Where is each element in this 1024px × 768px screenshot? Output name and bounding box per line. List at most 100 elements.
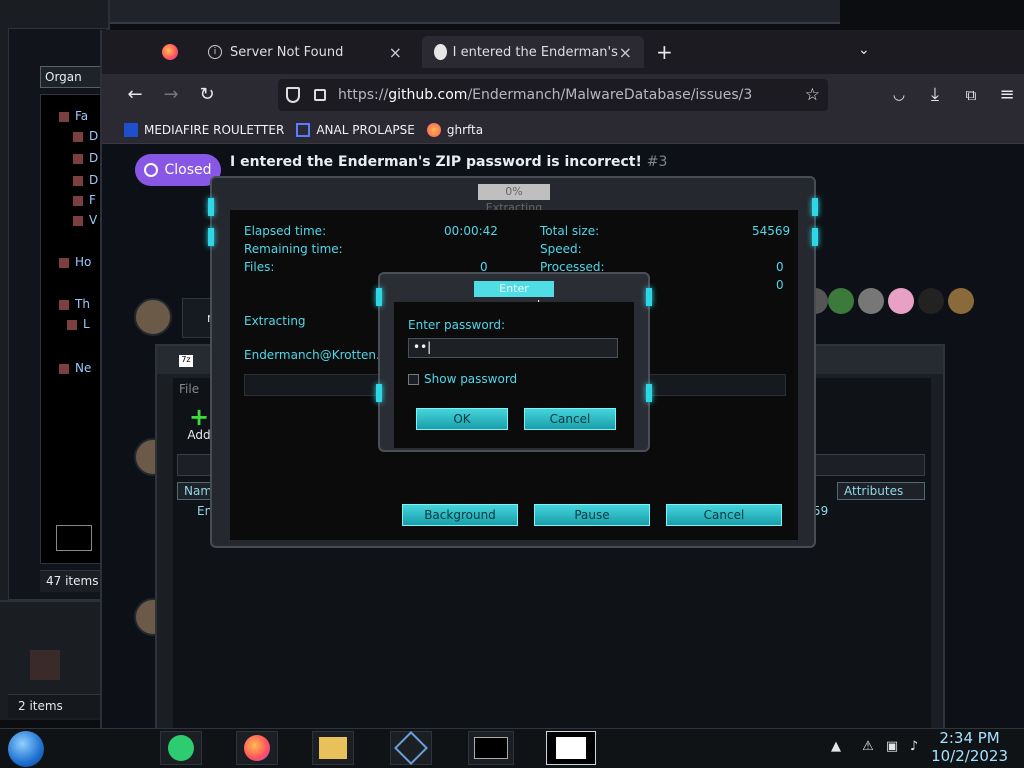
password-input[interactable]: ••| — [408, 338, 618, 358]
show-password-label: Show password — [424, 372, 518, 386]
folder-icon — [73, 175, 83, 186]
taskbar-clock[interactable]: 2:34 PM 10/2/2023 — [931, 729, 1008, 765]
tree-item[interactable]: V — [73, 213, 97, 227]
network-icon — [59, 363, 69, 374]
processed-value: 0 — [776, 260, 784, 274]
forward-button[interactable]: → — [160, 84, 182, 106]
tree-item[interactable]: F — [73, 193, 96, 207]
check-circle-icon — [144, 163, 159, 177]
firefox-view-icon[interactable] — [162, 44, 178, 60]
downloads-icon[interactable]: ⤓ — [924, 84, 946, 106]
lock-icon[interactable] — [314, 89, 326, 101]
extensions-icon[interactable]: ⧉ — [960, 84, 982, 106]
dialog-body: Enter password: ••| Show password OK Can… — [394, 302, 634, 448]
bookmark-anal-prolapse[interactable]: ANAL PROLAPSE — [296, 122, 415, 137]
bookmark-ghrfta[interactable]: ghrfta — [426, 122, 483, 137]
background-button[interactable]: Background — [402, 504, 518, 526]
tab-issue[interactable]: I entered the Enderman's ZIP pa × — [422, 36, 644, 68]
tab-bar: i Server Not Found × I entered the Ender… — [102, 30, 1024, 74]
frame-stud — [812, 228, 818, 246]
bookmark-icon — [296, 122, 311, 137]
folder-icon — [73, 195, 83, 206]
taskbar-sevenzip[interactable] — [546, 731, 596, 765]
pause-button[interactable]: Pause — [534, 504, 650, 526]
column-attributes[interactable]: Attributes — [837, 482, 925, 500]
cmd-icon — [474, 737, 508, 759]
tree-item[interactable]: Ne — [59, 361, 91, 375]
thumbnail-icon[interactable] — [30, 650, 60, 680]
tray-warning-icon[interactable]: ⚠ — [860, 739, 876, 755]
frame-stud — [646, 288, 652, 306]
tracking-protection-icon[interactable] — [286, 87, 300, 103]
ok-button[interactable]: OK — [416, 408, 508, 430]
tree-item[interactable]: D — [73, 151, 98, 165]
back-button[interactable]: ← — [124, 84, 146, 106]
cmd-file-icon[interactable] — [56, 525, 92, 551]
github-icon — [434, 44, 447, 60]
file-explorer-icon — [319, 737, 347, 759]
participant-avatar[interactable] — [828, 288, 854, 314]
taskbar-firefox[interactable] — [236, 731, 278, 765]
tray-volume-icon[interactable]: ♪ — [906, 739, 922, 755]
tree-item[interactable]: D — [73, 129, 98, 143]
participant-avatar[interactable] — [858, 288, 884, 314]
list-tabs-icon[interactable]: ⌄ — [858, 42, 870, 58]
home-icon — [59, 257, 69, 268]
remaining-label: Remaining time: — [244, 242, 343, 256]
bookmarks-toolbar: MEDIAFIRE ROULETTER ANAL PROLAPSE ghrfta — [102, 116, 1024, 144]
drive-icon — [67, 319, 77, 330]
taskbar-cmd[interactable] — [468, 731, 514, 765]
reload-button[interactable]: ↻ — [196, 84, 218, 106]
tree-item[interactable]: D — [73, 173, 98, 187]
tree-item-selected[interactable]: L — [67, 317, 90, 331]
issue-state-badge: Closed — [135, 154, 221, 186]
tree-item[interactable]: Th — [59, 297, 90, 311]
cancel-button[interactable]: Cancel — [666, 504, 782, 526]
tray-network-icon[interactable]: ▣ — [884, 739, 900, 755]
files-label: Files: — [244, 260, 275, 274]
dialog-title: Enter password — [474, 281, 554, 311]
avatar[interactable] — [134, 298, 172, 336]
participant-avatar[interactable] — [948, 288, 974, 314]
clock-date: 10/2/2023 — [931, 747, 1008, 765]
speed-label: Speed: — [540, 242, 582, 256]
password-prompt: Enter password: — [408, 318, 506, 332]
bookmark-star-icon[interactable]: ☆ — [805, 85, 820, 105]
participant-avatar[interactable] — [918, 288, 944, 314]
taskbar: ▲ ⚠ ▣ ♪ 2:34 PM 10/2/2023 — [0, 728, 1024, 768]
frame-stud — [208, 198, 214, 216]
password-dialog: Enter password Enter password: ••| Show … — [376, 272, 652, 452]
menu-icon[interactable]: ≡ — [996, 84, 1018, 106]
show-password-checkbox[interactable] — [408, 374, 419, 385]
new-tab-button[interactable]: + — [656, 40, 673, 64]
this-pc-icon — [59, 299, 69, 310]
menu-file[interactable]: File — [179, 382, 199, 396]
pocket-icon[interactable]: ◡ — [888, 84, 910, 106]
tree-item[interactable]: Fa — [59, 109, 88, 123]
taskbar-file-explorer[interactable] — [312, 731, 354, 765]
tab-server-not-found[interactable]: i Server Not Found × — [196, 36, 414, 68]
start-button[interactable] — [8, 731, 44, 767]
folder-icon — [73, 131, 83, 142]
tray-app-icon[interactable]: ▲ — [828, 739, 844, 755]
elapsed-value: 00:00:42 — [444, 224, 498, 238]
sevenzip-icon — [556, 737, 586, 759]
tree-item[interactable]: Ho — [59, 255, 91, 269]
frame-stud — [376, 384, 382, 402]
bookmark-mediafire[interactable]: MEDIAFIRE ROULETTER — [124, 122, 284, 137]
firefox-icon — [426, 122, 441, 137]
participant-avatar[interactable] — [888, 288, 914, 314]
cancel-button[interactable]: Cancel — [524, 408, 616, 430]
info-icon: i — [208, 45, 222, 59]
virtualbox-icon — [394, 731, 428, 765]
frame-stud — [208, 228, 214, 246]
notes-icon — [168, 735, 194, 761]
close-tab-icon[interactable]: × — [389, 43, 402, 62]
taskbar-virtualbox[interactable] — [390, 731, 432, 765]
total-size-value: 54569 — [752, 224, 791, 238]
close-tab-icon[interactable]: × — [619, 43, 632, 62]
navigation-toolbar: ← → ↻ https://github.com/Endermanch/Malw… — [102, 74, 1024, 116]
taskbar-notes[interactable] — [160, 731, 202, 765]
url-bar[interactable]: https://github.com/Endermanch/MalwareDat… — [278, 79, 828, 111]
extra-value: 0 — [776, 278, 784, 292]
